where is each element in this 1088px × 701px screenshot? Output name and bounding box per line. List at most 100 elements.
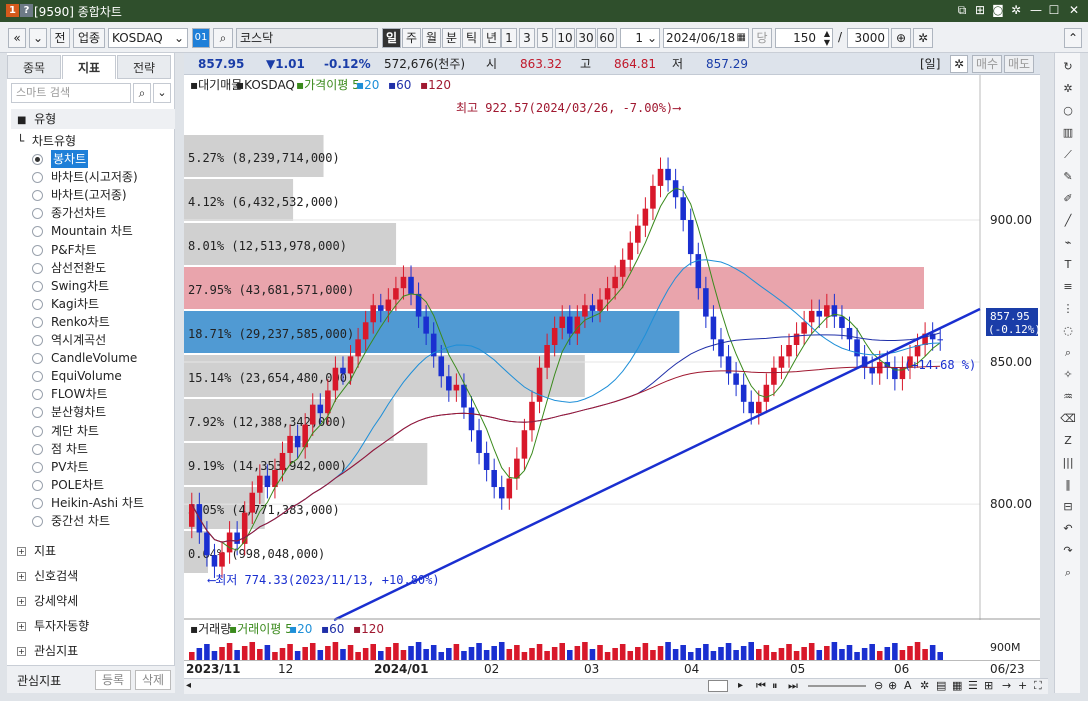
chart-type-item[interactable]: Renko차트	[51, 313, 110, 331]
chart-type-radio[interactable]	[32, 190, 43, 202]
image-icon[interactable]: ⊞	[984, 679, 993, 692]
maximize-icon[interactable]: ☐	[1046, 2, 1062, 18]
period-day-button[interactable]: 일	[382, 28, 401, 48]
chart-type-item[interactable]: 분산형차트	[51, 403, 106, 421]
pause-icon[interactable]: ⏸	[772, 679, 778, 693]
chart-type-item[interactable]: 삼선전환도	[51, 259, 106, 277]
add-icon[interactable]: +	[1018, 679, 1027, 692]
total-input[interactable]: 3000	[847, 28, 889, 48]
group-investor[interactable]: + 투자자동향	[17, 616, 89, 636]
sell-button[interactable]: 매도	[1004, 55, 1034, 73]
chart-type-radio[interactable]	[32, 461, 43, 473]
chart-type-item[interactable]: 봉차트	[51, 150, 89, 168]
minute-1-button[interactable]: 1	[501, 28, 517, 48]
settings-icon[interactable]: ✲	[1008, 2, 1024, 18]
history-dropdown-button[interactable]: ⌄	[29, 28, 47, 48]
chart-type-radio[interactable]	[32, 226, 43, 238]
date-input[interactable]: 2024/06/18 ▦	[663, 28, 749, 48]
chart-type-radio[interactable]	[32, 298, 43, 310]
tree-root[interactable]: └ 차트유형	[17, 132, 76, 150]
chart-type-item[interactable]: 계단 차트	[51, 422, 99, 440]
chart-type-radio[interactable]	[32, 154, 43, 165]
group-indicator[interactable]: + 지표	[17, 541, 56, 561]
scroll-left-icon[interactable]: ◂	[186, 680, 191, 691]
collapse-icon[interactable]: ⌃	[1064, 28, 1082, 48]
gear-icon[interactable]: ✲	[920, 679, 929, 692]
chart-type-item[interactable]: EquiVolume	[51, 367, 122, 385]
chevron-down-icon[interactable]: ⌄	[153, 83, 171, 103]
tab-indicator[interactable]: 지표	[62, 55, 116, 79]
scroll-thumb[interactable]	[708, 680, 728, 692]
search-icon[interactable]: ⌕	[213, 28, 233, 48]
chart-type-item[interactable]: PV차트	[51, 458, 89, 476]
chart-type-item[interactable]: 역시계곡선	[51, 331, 106, 349]
market-select[interactable]: KOSDAQ ⌄	[108, 28, 188, 48]
chart-type-item[interactable]: 바차트(고저종)	[51, 186, 127, 204]
minute-3-button[interactable]: 3	[519, 28, 535, 48]
buy-button[interactable]: 매수	[972, 55, 1002, 73]
group-favorite[interactable]: + 관심지표	[17, 641, 78, 661]
arrow-icon[interactable]: →	[1002, 679, 1011, 692]
eraser-icon[interactable]: ⌫	[1060, 411, 1076, 427]
chart-type-radio[interactable]	[32, 479, 43, 491]
zoom-in-icon[interactable]: ⊕	[888, 679, 897, 692]
chart-type-item[interactable]: Swing차트	[51, 277, 109, 295]
magic-icon[interactable]: ✧	[1060, 367, 1076, 383]
period-week-button[interactable]: 주	[402, 28, 421, 48]
chart-type-radio[interactable]	[32, 425, 43, 437]
chart-type-radio[interactable]	[32, 280, 43, 292]
pin-icon[interactable]: ⊞	[972, 2, 988, 18]
chart-type-item[interactable]: CandleVolume	[51, 349, 137, 367]
columns-icon[interactable]: ‖	[1060, 477, 1076, 493]
name-field[interactable]: 코스닥	[236, 28, 378, 48]
link-icon[interactable]: ⧉	[954, 2, 970, 18]
count-select[interactable]: 1 ⌄	[620, 28, 660, 48]
minute-5-button[interactable]: 5	[537, 28, 553, 48]
circle-icon[interactable]: ○	[1060, 103, 1076, 119]
history-back-button[interactable]: «	[8, 28, 26, 48]
tab-item[interactable]: 종목	[7, 55, 61, 79]
chart-area[interactable]: 5.27% (8,239,714,000) 4.12% (6,432,532,00…	[184, 75, 1041, 662]
app-number-badge[interactable]: 1	[6, 4, 19, 17]
chart-type-item[interactable]: FLOW차트	[51, 385, 108, 403]
period-month-button[interactable]: 월	[422, 28, 441, 48]
fib-icon[interactable]: ⋮	[1060, 301, 1076, 317]
sector-button[interactable]: 업종	[73, 28, 105, 48]
current-button[interactable]: 당	[752, 28, 772, 48]
chart-type-item[interactable]: 중간선 차트	[51, 512, 110, 530]
line-icon[interactable]: ⟋	[1060, 147, 1076, 163]
minimize-icon[interactable]: —	[1028, 2, 1044, 18]
gear-icon[interactable]: ✲	[950, 55, 968, 73]
zoom-out-icon[interactable]: ⊖	[874, 679, 883, 692]
list-icon[interactable]: ☰	[968, 679, 978, 692]
chart-type-radio[interactable]	[32, 443, 43, 455]
search-icon[interactable]: ⌕	[1060, 565, 1076, 581]
grid-icon[interactable]: ⊟	[1060, 499, 1076, 515]
chart-type-radio[interactable]	[32, 244, 43, 256]
group-signal[interactable]: + 신호검색	[17, 566, 78, 586]
help-icon[interactable]: ?	[20, 4, 33, 17]
close-icon[interactable]: ✕	[1066, 2, 1082, 18]
chart-type-item[interactable]: 바차트(시고저종)	[51, 168, 138, 186]
chart-type-radio[interactable]	[32, 371, 43, 383]
pen-icon[interactable]: ✎	[1060, 169, 1076, 185]
auto-icon[interactable]: ⌁	[1060, 235, 1076, 251]
chart-type-radio[interactable]	[32, 407, 43, 419]
text-icon[interactable]: T	[1060, 257, 1076, 273]
chart-type-radio[interactable]	[32, 208, 43, 220]
zoom-icon[interactable]: ⌕	[1060, 345, 1076, 361]
chart-type-item[interactable]: 종가선차트	[51, 204, 106, 222]
period-tick-button[interactable]: 틱	[462, 28, 481, 48]
zoom-icon[interactable]: ⊕	[891, 28, 911, 48]
gear-icon[interactable]: ✲	[913, 28, 933, 48]
search-icon[interactable]: ⌕	[133, 83, 151, 103]
chart-type-item[interactable]: Mountain 차트	[51, 222, 133, 240]
all-icon[interactable]: ≡	[1060, 279, 1076, 295]
ellipse-icon[interactable]: ◌	[1060, 323, 1076, 339]
bars-input[interactable]: 150 ▲ ▼	[775, 28, 833, 48]
minute-30-button[interactable]: 30	[576, 28, 596, 48]
delete-button[interactable]: 삭제	[135, 670, 171, 690]
minute-10-button[interactable]: 10	[555, 28, 575, 48]
code-input[interactable]: 01	[192, 28, 210, 48]
register-button[interactable]: 등록	[95, 670, 131, 690]
